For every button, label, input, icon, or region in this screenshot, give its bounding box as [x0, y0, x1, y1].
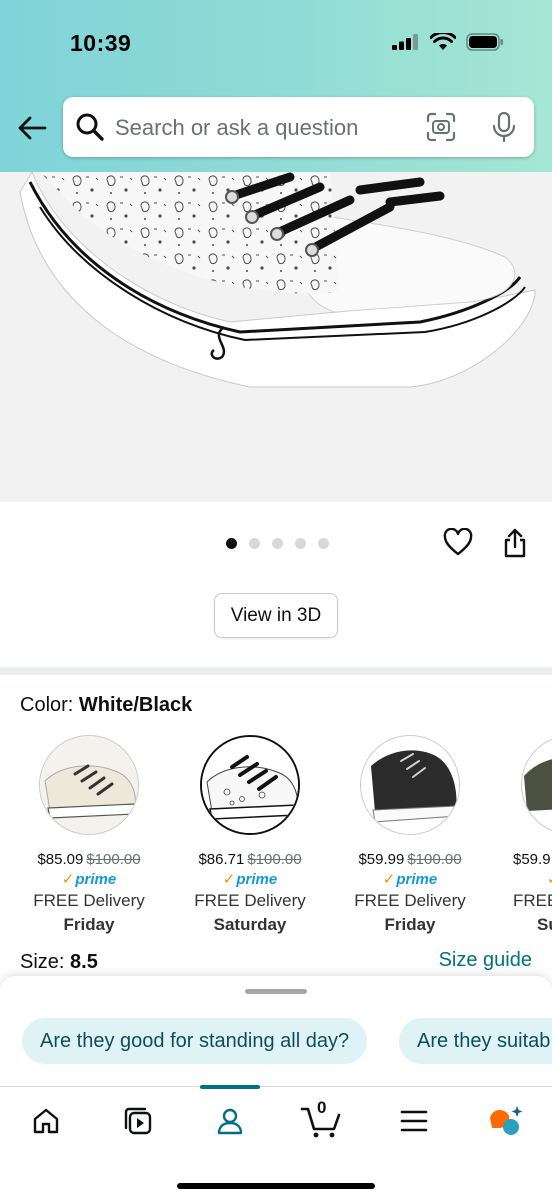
carousel-dot[interactable]: [295, 538, 306, 549]
swatch-delivery: FREE: [513, 891, 552, 910]
size-value: 8.5: [70, 951, 98, 973]
carousel-dot[interactable]: [318, 538, 329, 549]
back-button[interactable]: [14, 110, 50, 146]
wifi-icon: [430, 33, 456, 50]
swatch-price: $86.71: [198, 851, 245, 868]
swatch-delivery-day: Friday: [384, 915, 436, 934]
camera-lens-icon[interactable]: [426, 112, 456, 142]
active-tab-indicator: [200, 1085, 260, 1089]
rufus-assistant-icon: [490, 1106, 523, 1135]
size-label: Size:: [20, 951, 65, 973]
swatch-delivery-day: Saturday: [213, 915, 287, 934]
swatch-price: $59.9: [513, 851, 551, 868]
sneaker-image: [19, 172, 536, 388]
swatch-list-price: $100.00: [247, 851, 302, 868]
carousel-dot[interactable]: [272, 538, 283, 549]
question-chip[interactable]: Are they suitab: [399, 1018, 552, 1064]
suggested-questions-sheet: Are they good for standing all day? Are …: [0, 976, 552, 1086]
color-swatch[interactable]: $85.09 $100.00 ✓prime FREE Delivery Frida…: [14, 735, 164, 935]
share-icon: [504, 528, 526, 558]
search-input[interactable]: Search or ask a question: [115, 115, 358, 141]
color-selection: Color: White/Black: [20, 694, 192, 717]
share-button[interactable]: [502, 528, 528, 563]
color-swatch[interactable]: $59.99 $100.00 ✓prime FREE Delivery Frida…: [335, 735, 485, 935]
swatch-image: [200, 735, 300, 835]
cart-count-badge: 0: [317, 1098, 327, 1117]
swatch-image: [521, 735, 552, 835]
microphone-icon[interactable]: [491, 111, 517, 143]
carousel-dot[interactable]: [249, 538, 260, 549]
home-icon: [33, 1108, 59, 1134]
heart-icon: [443, 527, 473, 556]
search-icon: [76, 113, 104, 141]
swatch-delivery: FREE Delivery: [194, 891, 306, 910]
size-selection: Size: 8.5: [20, 951, 98, 974]
sheet-drag-handle[interactable]: [245, 989, 307, 994]
tab-home[interactable]: [24, 1101, 68, 1141]
sneaker-thumbnail: [40, 736, 138, 834]
swatch-delivery-day: Su: [537, 915, 552, 934]
prime-badge: ✓: [495, 870, 552, 888]
profile-icon: [217, 1108, 243, 1135]
swatch-image: [39, 735, 139, 835]
swatch-list-price: $100.00: [407, 851, 462, 868]
wishlist-button[interactable]: [443, 527, 473, 561]
product-image[interactable]: [0, 172, 552, 502]
size-guide-link[interactable]: Size guide: [439, 949, 532, 972]
status-time: 10:39: [70, 30, 132, 56]
color-label: Color:: [20, 694, 74, 716]
view-in-3d-button[interactable]: View in 3D: [214, 593, 338, 638]
swatch-price: $85.09: [37, 851, 84, 868]
back-arrow-icon: [18, 116, 47, 140]
swatch-image: [360, 735, 460, 835]
prime-badge: ✓prime: [61, 871, 117, 888]
question-chip[interactable]: Are they good for standing all day?: [22, 1018, 368, 1064]
prime-badge: ✓prime: [222, 871, 278, 888]
bottom-tab-bar: 0: [0, 1085, 552, 1200]
sneaker-thumbnail: [522, 736, 552, 834]
color-value: White/Black: [78, 694, 193, 716]
sneaker-thumbnail: [361, 736, 459, 834]
swatch-price: $59.99: [358, 851, 405, 868]
swatch-list-price: $100.00: [86, 851, 141, 868]
tab-profile[interactable]: [208, 1101, 252, 1141]
status-icons: [392, 33, 504, 51]
tab-rufus[interactable]: [484, 1101, 528, 1141]
header: 10:39 Search or ask a question: [0, 0, 552, 172]
carousel-dot[interactable]: [226, 538, 237, 549]
battery-icon: [466, 33, 503, 51]
prime-badge: ✓prime: [382, 871, 438, 888]
color-swatch-partial[interactable]: $59.9 ✓ FREE Su: [495, 735, 552, 935]
sneaker-thumbnail: [202, 737, 298, 833]
color-swatch-selected[interactable]: $86.71 $100.00 ✓prime FREE Delivery Satur…: [175, 735, 325, 935]
tab-cart[interactable]: 0: [298, 1098, 344, 1141]
tab-video[interactable]: [116, 1101, 160, 1141]
swatch-delivery-day: Friday: [63, 915, 115, 934]
swatch-delivery: FREE Delivery: [33, 891, 145, 910]
signal-icon: [392, 34, 418, 50]
home-indicator: [177, 1183, 375, 1189]
tab-menu[interactable]: [392, 1101, 436, 1141]
video-icon: [124, 1107, 152, 1135]
section-divider: [0, 667, 552, 675]
swatch-delivery: FREE Delivery: [354, 891, 466, 910]
search-bar[interactable]: Search or ask a question: [63, 97, 534, 157]
menu-icon: [400, 1110, 428, 1132]
image-carousel-dots[interactable]: [226, 538, 329, 549]
